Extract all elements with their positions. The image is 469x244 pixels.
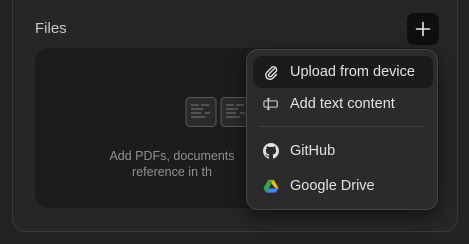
menu-item-label: Add text content bbox=[290, 96, 395, 112]
menu-item-google-drive[interactable]: Google Drive bbox=[253, 170, 433, 202]
add-file-button[interactable] bbox=[407, 13, 439, 45]
menu-item-github[interactable]: GitHub bbox=[253, 135, 433, 167]
menu-separator bbox=[259, 126, 425, 127]
text-content-icon bbox=[263, 96, 279, 112]
menu-item-add-text-content[interactable]: Add text content bbox=[253, 88, 433, 120]
files-title: Files bbox=[35, 20, 67, 37]
menu-item-label: GitHub bbox=[290, 143, 336, 159]
github-icon bbox=[263, 143, 279, 159]
paperclip-icon bbox=[263, 64, 279, 80]
google-drive-icon bbox=[263, 178, 279, 194]
menu-item-label: Upload from device bbox=[290, 64, 415, 80]
add-content-menu: Upload from device Add text content GitH… bbox=[246, 49, 438, 210]
plus-icon bbox=[415, 21, 431, 37]
menu-item-label: Google Drive bbox=[290, 178, 375, 194]
menu-item-upload-from-device[interactable]: Upload from device bbox=[253, 56, 433, 88]
